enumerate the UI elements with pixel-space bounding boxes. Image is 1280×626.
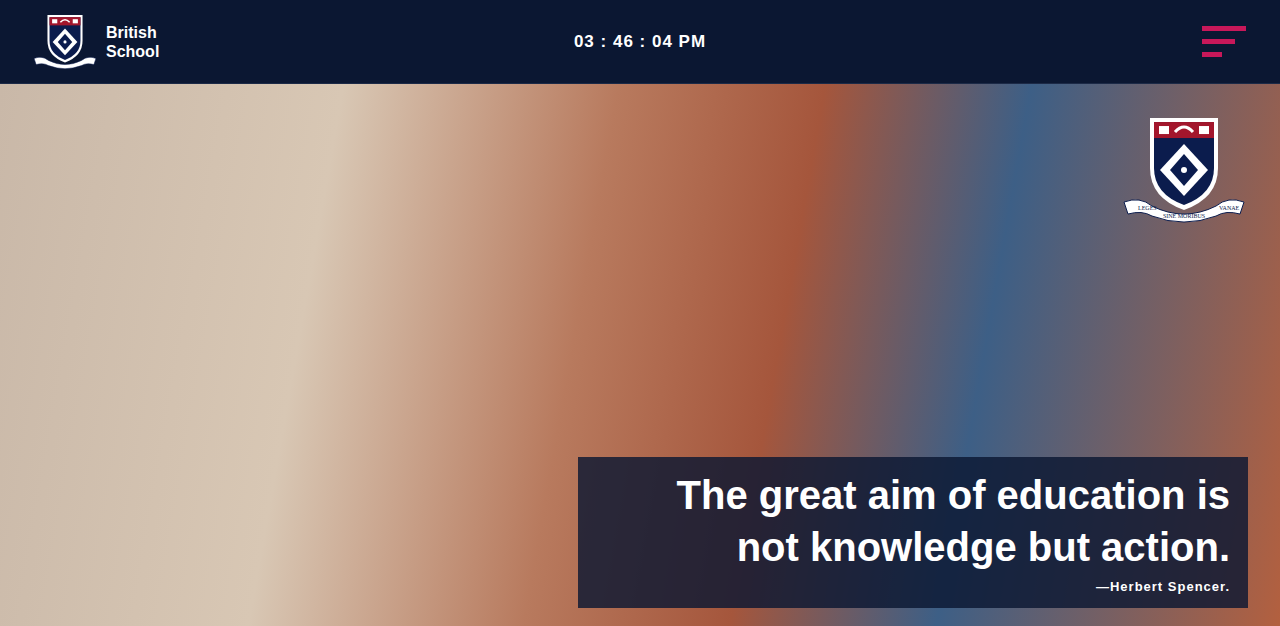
svg-text:SINE MORIBUS: SINE MORIBUS xyxy=(1163,213,1205,219)
school-crest-icon xyxy=(32,13,98,70)
menu-bar-icon xyxy=(1202,39,1235,44)
brand-line: School xyxy=(106,42,159,61)
menu-bar-icon xyxy=(1202,52,1222,57)
hero: LEGES SINE MORIBUS VANAE The great aim of e… xyxy=(0,84,1280,626)
header: BritishSchool 03 : 46 : 04 PM xyxy=(0,0,1280,84)
quote-line: The great aim of education is xyxy=(677,469,1230,521)
menu-bar-icon xyxy=(1202,26,1246,31)
brand[interactable]: BritishSchool xyxy=(32,13,574,70)
svg-text:LEGES: LEGES xyxy=(1138,205,1157,211)
quote-line: not knowledge but action. xyxy=(737,521,1230,573)
brand-name: BritishSchool xyxy=(106,23,159,61)
quote-box: The great aim of education isnot knowled… xyxy=(578,457,1248,609)
svg-text:VANAE: VANAE xyxy=(1219,205,1240,211)
menu-button[interactable] xyxy=(1202,24,1248,59)
quote-author: —Herbert Spencer. xyxy=(1096,577,1230,597)
crest-icon: LEGES SINE MORIBUS VANAE xyxy=(1120,114,1248,224)
page: BritishSchool 03 : 46 : 04 PM LEGES SINE MO… xyxy=(0,0,1280,626)
brand-line: British xyxy=(106,23,159,42)
clock: 03 : 46 : 04 PM xyxy=(574,29,706,55)
